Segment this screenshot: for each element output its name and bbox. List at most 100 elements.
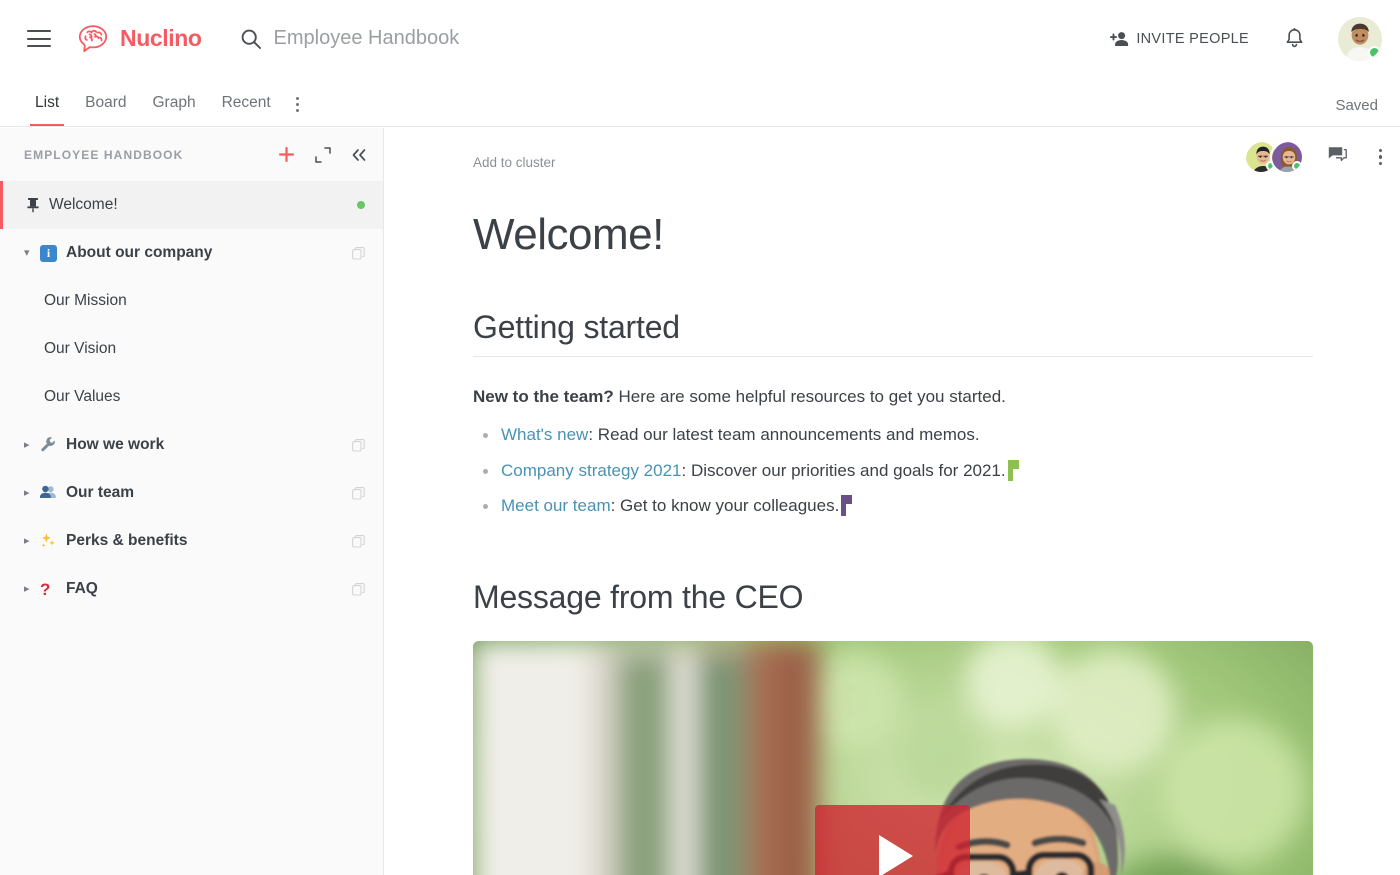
sidebar-title: EMPLOYEE HANDBOOK xyxy=(24,147,184,162)
sidebar-item-faq[interactable]: ▸ ? FAQ xyxy=(0,565,383,613)
sidebar-item-badge[interactable] xyxy=(352,486,365,500)
duplicate-icon xyxy=(352,534,365,548)
hamburger-menu-icon[interactable] xyxy=(27,30,51,47)
collaborator-cursor-green xyxy=(1007,459,1019,481)
link-whats-new[interactable]: What's new xyxy=(501,425,588,444)
unread-dot-icon xyxy=(357,201,365,209)
busts-emoji-icon xyxy=(40,484,58,503)
page-title: Welcome! xyxy=(473,210,664,259)
duplicate-icon xyxy=(352,486,365,500)
sidebar-actions xyxy=(278,146,367,163)
list-item: Meet our team: Get to know your colleagu… xyxy=(473,494,1313,519)
sidebar-item-about-our-company[interactable]: ▾ i About our company xyxy=(0,229,383,277)
current-user-avatar[interactable] xyxy=(1338,16,1382,61)
sidebar-item-label: Our Values xyxy=(44,388,121,405)
sidebar-item-badge[interactable] xyxy=(352,582,365,596)
tabs-more-icon[interactable] xyxy=(284,97,311,126)
sidebar-item-label: Our Mission xyxy=(44,292,127,309)
double-chevron-left-icon[interactable] xyxy=(351,148,367,162)
presence-indicator xyxy=(1291,161,1302,171)
add-person-icon xyxy=(1110,31,1129,46)
sidebar-item-welcome[interactable]: Welcome! xyxy=(0,181,383,229)
duplicate-icon xyxy=(352,582,365,596)
document-toolbar: Add to cluster xyxy=(384,128,1400,190)
chevron-right-icon[interactable]: ▸ xyxy=(24,583,36,595)
chevron-right-icon[interactable]: ▸ xyxy=(24,535,36,547)
link-company-strategy[interactable]: Company strategy 2021 xyxy=(501,461,682,480)
sidebar-item-our-team[interactable]: ▸ Our team xyxy=(0,469,383,517)
lead-paragraph: New to the team? Here are some helpful r… xyxy=(473,384,1313,410)
sidebar-header: EMPLOYEE HANDBOOK xyxy=(0,128,383,181)
sidebar-item-label: About our company xyxy=(66,244,213,261)
invite-people-label: INVITE PEOPLE xyxy=(1136,30,1249,47)
sidebar-item-label: FAQ xyxy=(66,580,98,597)
tab-list[interactable]: List xyxy=(22,94,72,126)
list-item: Company strategy 2021: Discover our prio… xyxy=(473,459,1313,484)
sidebar-item-label: Our Vision xyxy=(44,340,117,357)
collaborator-avatar-2[interactable] xyxy=(1269,140,1304,174)
document-body: Welcome! Getting started New to the team… xyxy=(384,190,1400,875)
sidebar-item-label: How we work xyxy=(66,436,165,453)
tab-graph[interactable]: Graph xyxy=(140,94,209,126)
sidebar-item-badge[interactable] xyxy=(352,438,365,452)
chevron-right-icon[interactable]: ▸ xyxy=(24,487,36,499)
bell-icon xyxy=(1286,28,1303,48)
sidebar-item-perks-benefits[interactable]: ▸ Perks & benefits xyxy=(0,517,383,565)
document-more-menu[interactable] xyxy=(1375,145,1386,169)
wrench-emoji-icon xyxy=(40,436,58,455)
play-button[interactable] xyxy=(815,805,970,875)
expand-icon[interactable] xyxy=(315,146,331,163)
sidebar-item-label: Our team xyxy=(66,484,135,501)
top-bar: Nuclino Employee Handbook INVITE PEOPLE xyxy=(0,0,1400,77)
notifications-button[interactable] xyxy=(1285,28,1304,49)
comments-button[interactable] xyxy=(1328,146,1347,168)
nuclino-logo[interactable]: Nuclino xyxy=(78,24,202,54)
sidebar-item-label: Welcome! xyxy=(49,196,118,213)
sidebar-item-badge[interactable] xyxy=(352,246,365,260)
brand-name: Nuclino xyxy=(120,25,202,51)
resources-list: What's new: Read our latest team announc… xyxy=(473,423,1313,519)
tab-board[interactable]: Board xyxy=(72,94,139,126)
sidebar-item-label: Perks & benefits xyxy=(66,532,188,549)
sidebar-item-badge[interactable] xyxy=(352,534,365,548)
brain-bubble-icon xyxy=(78,24,108,52)
search-icon xyxy=(241,29,261,49)
collaborator-avatars xyxy=(1243,140,1304,174)
link-meet-our-team[interactable]: Meet our team xyxy=(501,496,611,515)
sidebar: EMPLOYEE HANDBOOK Welcome! ▾ i About our… xyxy=(0,128,384,875)
add-to-cluster-button[interactable]: Add to cluster xyxy=(473,155,556,170)
chevron-right-icon[interactable]: ▸ xyxy=(24,439,36,451)
search-box[interactable]: Employee Handbook xyxy=(240,27,460,50)
lead-bold-text: New to the team? xyxy=(473,386,614,406)
sparkles-emoji-icon xyxy=(40,532,58,551)
ceo-video-embed[interactable] xyxy=(473,641,1313,875)
chevron-down-icon[interactable]: ▾ xyxy=(24,247,36,259)
list-item-text: : Read our latest team announcements and… xyxy=(588,425,980,445)
comment-icon xyxy=(1328,147,1347,162)
sidebar-item-our-mission[interactable]: Our Mission xyxy=(0,277,383,325)
search-input[interactable]: Employee Handbook xyxy=(274,27,460,50)
document-area: Add to cluster Welcome! Getting started … xyxy=(384,128,1400,875)
list-item-text: : Discover our priorities and goals for … xyxy=(681,460,1006,480)
sidebar-item-badge xyxy=(357,201,365,209)
lead-rest-text: Here are some helpful resources to get y… xyxy=(613,386,1006,406)
sidebar-item-how-we-work[interactable]: ▸ How we work xyxy=(0,421,383,469)
invite-people-button[interactable]: INVITE PEOPLE xyxy=(1110,31,1249,47)
sidebar-item-our-values[interactable]: Our Values xyxy=(0,373,383,421)
view-tab-bar: List Board Graph Recent Saved xyxy=(0,77,1400,127)
section-heading-message-from-ceo: Message from the CEO xyxy=(473,579,804,616)
sidebar-item-our-vision[interactable]: Our Vision xyxy=(0,325,383,373)
document-actions xyxy=(1243,140,1386,174)
top-bar-right: INVITE PEOPLE xyxy=(1110,16,1400,61)
plus-icon[interactable] xyxy=(278,146,295,163)
view-tabs: List Board Graph Recent xyxy=(22,94,311,126)
play-triangle-icon xyxy=(879,834,913,875)
question-mark-emoji-icon: ? xyxy=(40,579,51,599)
section-heading-getting-started: Getting started xyxy=(473,309,1313,357)
tab-recent[interactable]: Recent xyxy=(209,94,284,126)
list-item: What's new: Read our latest team announc… xyxy=(473,423,1313,448)
presence-indicator xyxy=(1368,45,1381,59)
info-emoji-icon: i xyxy=(40,244,58,262)
collaborator-cursor-purple xyxy=(841,495,853,517)
list-item-text: : Get to know your colleagues. xyxy=(610,496,840,516)
